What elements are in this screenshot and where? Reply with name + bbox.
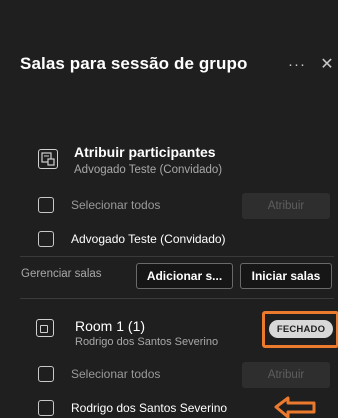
room-title[interactable]: Room 1 (1) xyxy=(75,318,145,334)
manage-rooms-label: Gerenciar salas xyxy=(21,268,102,280)
assign-participants-section[interactable]: Atribuir participantes Advogado Teste (C… xyxy=(30,142,330,182)
close-icon[interactable]: ✕ xyxy=(316,52,338,76)
select-all-label: Selecionar todos xyxy=(71,198,161,212)
participant-name: Advogado Teste (Convidado) xyxy=(71,232,226,246)
divider xyxy=(20,256,334,257)
more-options-icon[interactable]: ··· xyxy=(286,52,308,76)
assign-participants-subtitle: Advogado Teste (Convidado) xyxy=(74,164,223,176)
start-rooms-button[interactable]: Iniciar salas xyxy=(240,263,332,289)
divider xyxy=(20,298,334,299)
breakout-rooms-panel: Salas para sessão de grupo ··· ✕ Atribui… xyxy=(0,0,338,418)
room-participant-checkbox[interactable] xyxy=(38,400,54,416)
room-member: Rodrigo dos Santos Severino xyxy=(75,336,219,348)
assign-button[interactable]: Atribuir xyxy=(242,193,330,219)
room-participant-name: Rodrigo dos Santos Severino xyxy=(71,401,228,415)
assign-participants-icon xyxy=(38,149,58,169)
panel-header: Salas para sessão de grupo ··· ✕ xyxy=(20,52,334,76)
room-select-all-label: Selecionar todos xyxy=(71,367,161,381)
add-room-button[interactable]: Adicionar s... xyxy=(136,263,233,289)
assign-participants-title: Atribuir participantes xyxy=(74,144,216,160)
select-all-row[interactable]: Selecionar todos xyxy=(38,193,160,217)
arrow-annotation-icon xyxy=(274,396,316,418)
room-select-all-checkbox[interactable] xyxy=(38,366,54,382)
participant-checkbox[interactable] xyxy=(38,231,54,247)
select-all-checkbox[interactable] xyxy=(38,197,54,213)
participant-row[interactable]: Advogado Teste (Convidado) xyxy=(38,227,226,251)
room-participant-row[interactable]: Rodrigo dos Santos Severino xyxy=(38,396,227,418)
status-badge: FECHADO xyxy=(269,320,333,338)
room-icon xyxy=(36,319,54,337)
panel-title: Salas para sessão de grupo xyxy=(20,54,248,73)
room-select-all-row[interactable]: Selecionar todos xyxy=(38,362,160,386)
room-assign-button[interactable]: Atribuir xyxy=(242,362,330,388)
